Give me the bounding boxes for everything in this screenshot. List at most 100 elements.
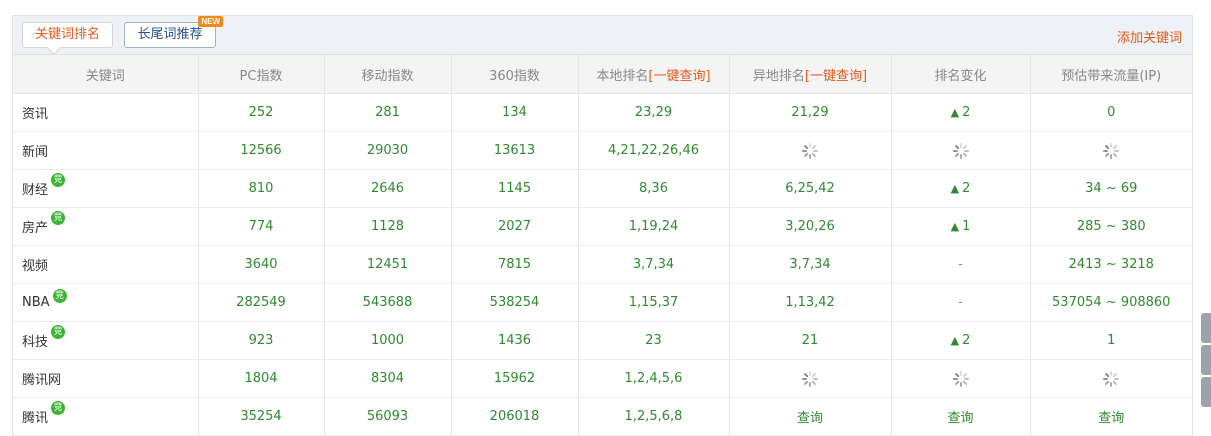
spinner-icon xyxy=(1103,370,1120,387)
col-remote-rank: 异地排名[一键查询] xyxy=(729,55,892,94)
keyword-text: 房产 xyxy=(22,221,49,236)
keyword-text: NBA xyxy=(22,295,50,310)
local-rank-cell: 4,21,22,26,46 xyxy=(578,131,730,170)
col-traffic: 预估带来流量(IP) xyxy=(1030,55,1192,94)
keyword-text: 科技 xyxy=(22,335,49,350)
keyword-cell: 腾讯网 xyxy=(13,359,199,398)
pc-index-cell: 1804 xyxy=(198,359,325,398)
col-remote-rank-label: 异地排名 xyxy=(752,68,805,84)
keyword-cell: 财经竞 xyxy=(13,169,199,208)
remote-rank-cell xyxy=(729,131,892,170)
table-row: 视频 3640 12451 7815 3,7,34 3,7,34-2413 ~ 3218 xyxy=(13,245,1192,284)
table-row: 腾讯网 1804 8304 15962 1,2,4,5,6 xyxy=(13,359,1192,398)
traffic-cell xyxy=(1030,131,1192,170)
pc-index-cell: 810 xyxy=(198,169,325,208)
local-one-click-query-link[interactable]: [一键查询] xyxy=(648,69,710,84)
table-row: 科技竞 923 1000 1436 23 21 ▲ 2 1 xyxy=(13,321,1192,360)
rank-change-value: 2 xyxy=(962,181,971,196)
keyword-cell: 房产竞 xyxy=(13,207,199,246)
local-rank-cell: 8,36 xyxy=(578,169,730,208)
mobile-index-cell: 281 xyxy=(324,93,452,132)
side-toolbar xyxy=(1201,313,1211,409)
traffic-cell: 34 ~ 69 xyxy=(1030,169,1192,208)
local-rank-cell: 1,15,37 xyxy=(578,283,730,322)
360-index-cell: 134 xyxy=(451,93,579,132)
rank-change-cell: ▲ 2 xyxy=(891,93,1031,132)
keyword-cell: 资讯 xyxy=(13,93,199,132)
table-row: 资讯 252 281 134 23,29 21,29 ▲ 2 0 xyxy=(13,93,1192,132)
360-index-cell: 7815 xyxy=(451,245,579,284)
keyword-cell: NBA 竞 xyxy=(13,283,199,322)
query-link[interactable]: 查询 xyxy=(947,411,973,426)
query-link[interactable]: 查询 xyxy=(1098,411,1124,426)
keyword-text: 财经 xyxy=(22,183,49,198)
rank-change-value: 2 xyxy=(962,105,971,120)
rank-change-value: 1 xyxy=(962,219,971,234)
arrow-up-icon: ▲ xyxy=(950,220,960,233)
arrow-up-icon: ▲ xyxy=(950,106,960,119)
local-rank-cell: 23 xyxy=(578,321,730,360)
side-tool-button[interactable] xyxy=(1201,345,1211,375)
spinner-icon xyxy=(952,142,969,159)
mobile-index-cell: 1000 xyxy=(324,321,452,360)
pc-index-cell: 923 xyxy=(198,321,325,360)
local-rank-cell: 23,29 xyxy=(578,93,730,132)
col-local-rank: 本地排名[一键查询] xyxy=(578,55,730,94)
traffic-cell: 537054 ~ 908860 xyxy=(1030,283,1192,322)
rank-change-cell: - xyxy=(891,245,1031,284)
mobile-index-cell: 29030 xyxy=(324,131,452,170)
table-row: 房产竞 774 1128 2027 1,19,24 3,20,26 ▲ 1 285 ~ 380 xyxy=(13,207,1192,246)
rank-change-cell: - xyxy=(891,283,1031,322)
add-keyword-link[interactable]: 添加关键词 xyxy=(1117,27,1182,46)
360-index-cell: 1145 xyxy=(451,169,579,208)
remote-rank-cell: 1,13,42 xyxy=(729,283,892,322)
col-mobile-index: 移动指数 xyxy=(324,55,452,94)
table-header-row: 关键词 PC指数 移动指数 360指数 本地排名[一键查询] 异地排名[一键查询… xyxy=(13,55,1192,94)
spinner-icon xyxy=(952,370,969,387)
360-index-cell: 538254 xyxy=(451,283,579,322)
keyword-text: 腾讯网 xyxy=(22,373,62,388)
pc-index-cell: 3640 xyxy=(198,245,325,284)
keyword-text: 资讯 xyxy=(22,107,49,122)
rank-change-cell xyxy=(891,131,1031,170)
tab-longtail-recommend-label: 长尾词推荐 xyxy=(137,27,203,42)
keyword-text: 新闻 xyxy=(22,145,49,160)
tab-longtail-recommend[interactable]: 长尾词推荐 NEW xyxy=(124,16,223,48)
col-rank-change: 排名变化 xyxy=(891,55,1031,94)
360-index-cell: 15962 xyxy=(451,359,579,398)
jing-badge-icon: 竞 xyxy=(51,325,66,339)
keyword-cell: 视频 xyxy=(13,245,199,284)
col-keyword: 关键词 xyxy=(13,55,199,94)
rank-change-cell: ▲ 2 xyxy=(891,169,1031,208)
rank-change-value: 2 xyxy=(962,333,971,348)
360-index-cell: 2027 xyxy=(451,207,579,246)
jing-badge-icon: 竞 xyxy=(51,401,66,415)
query-link[interactable]: 查询 xyxy=(797,411,823,426)
side-tool-button[interactable] xyxy=(1201,377,1211,407)
mobile-index-cell: 8304 xyxy=(324,359,452,398)
local-rank-cell: 3,7,34 xyxy=(578,245,730,284)
pc-index-cell: 774 xyxy=(198,207,325,246)
traffic-cell: 1 xyxy=(1030,321,1192,360)
pc-index-cell: 282549 xyxy=(198,283,325,322)
traffic-cell xyxy=(1030,359,1192,398)
side-tool-button[interactable] xyxy=(1201,313,1211,343)
spinner-icon xyxy=(802,370,818,387)
tab-bar: 关键词排名 长尾词推荐 NEW 添加关键词 xyxy=(13,16,1192,55)
rank-change-cell: ▲ 1 xyxy=(891,207,1031,246)
spinner-icon xyxy=(1103,142,1120,159)
local-rank-cell: 1,2,4,5,6 xyxy=(578,359,730,398)
rank-change-cell xyxy=(891,359,1031,398)
keyword-cell: 科技竞 xyxy=(13,321,199,360)
remote-one-click-query-link[interactable]: [一键查询] xyxy=(805,69,867,84)
col-pc-index: PC指数 xyxy=(198,55,325,94)
remote-rank-cell: 3,7,34 xyxy=(729,245,892,284)
tab-keyword-ranking[interactable]: 关键词排名 xyxy=(22,22,113,48)
tab-keyword-ranking-label: 关键词排名 xyxy=(34,27,100,42)
jing-badge-icon: 竞 xyxy=(51,211,66,225)
col-360-index: 360指数 xyxy=(451,55,579,94)
arrow-up-icon: ▲ xyxy=(950,182,960,195)
local-rank-cell: 1,19,24 xyxy=(578,207,730,246)
mobile-index-cell: 543688 xyxy=(324,283,452,322)
jing-badge-icon: 竞 xyxy=(51,173,66,187)
